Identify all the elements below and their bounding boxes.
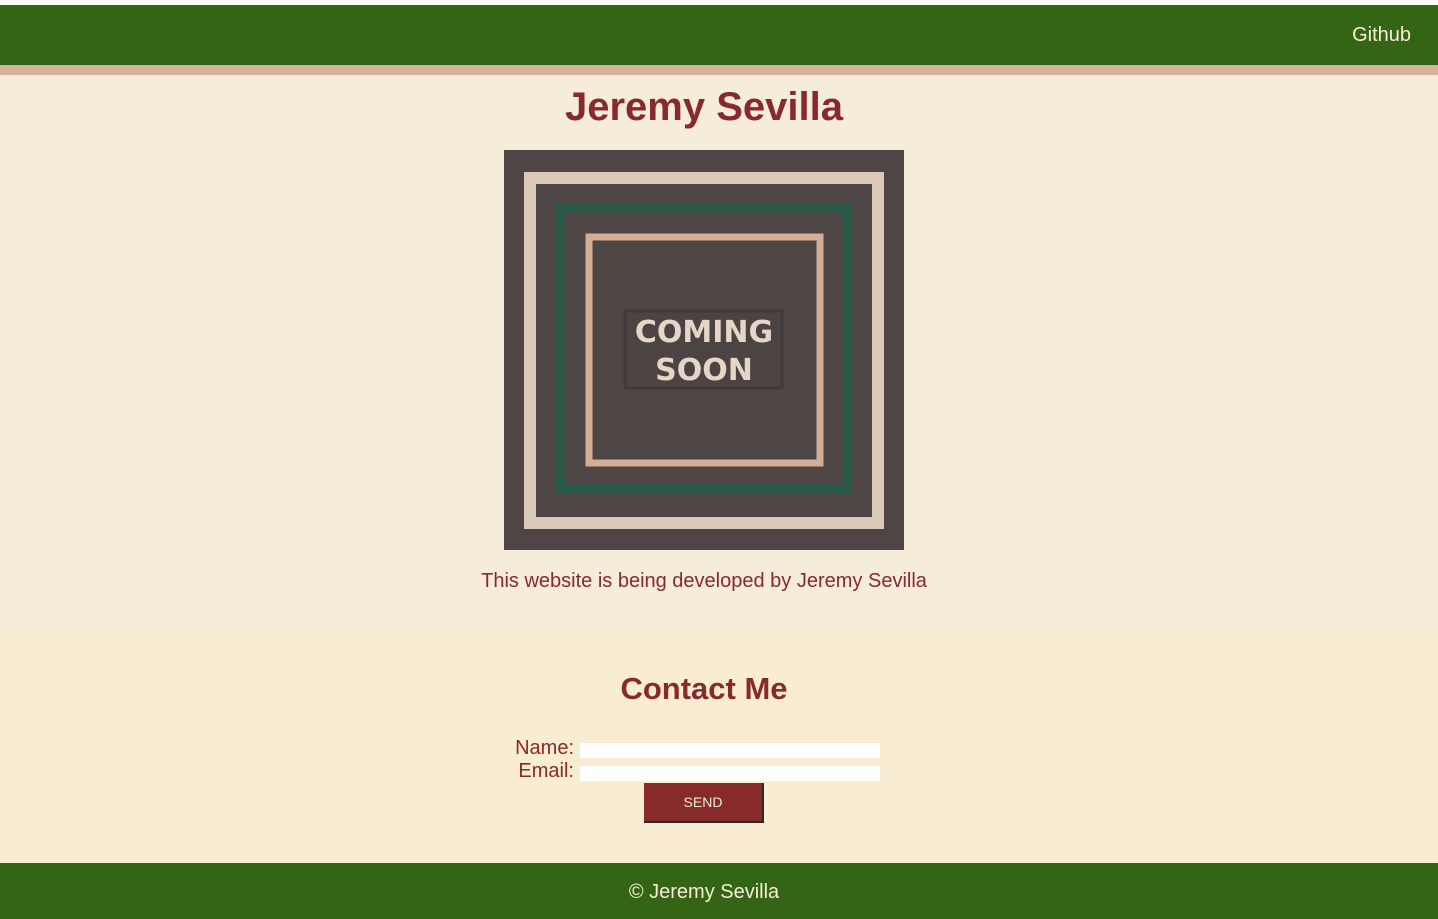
site-title: Jeremy Sevilla xyxy=(565,85,843,129)
footer-copyright: © Jeremy Sevilla xyxy=(628,881,780,903)
footer: © Jeremy Sevilla xyxy=(0,863,1438,919)
email-field[interactable] xyxy=(580,766,880,781)
navbar-border xyxy=(0,65,1438,75)
name-field[interactable] xyxy=(580,743,880,758)
coming-soon-image: COMING SOON xyxy=(504,150,904,550)
github-link[interactable]: Github xyxy=(1352,22,1411,48)
name-label: Name: xyxy=(515,737,574,759)
coming-text: COMING xyxy=(635,315,773,350)
navbar: Github xyxy=(0,5,1438,65)
send-button[interactable]: SEND xyxy=(644,783,764,823)
soon-text: SOON xyxy=(655,353,753,388)
contact-heading: Contact Me xyxy=(620,671,788,706)
hero-section: Jeremy Sevilla COMING SOON This website … xyxy=(0,75,1438,632)
email-label: Email: xyxy=(518,760,574,782)
hero-caption: This website is being developed by Jerem… xyxy=(481,570,927,592)
contact-section: Contact Me Name: Email: SEND xyxy=(0,632,1438,863)
page: Github Jeremy Sevilla COMING SOON This w… xyxy=(0,0,1438,919)
